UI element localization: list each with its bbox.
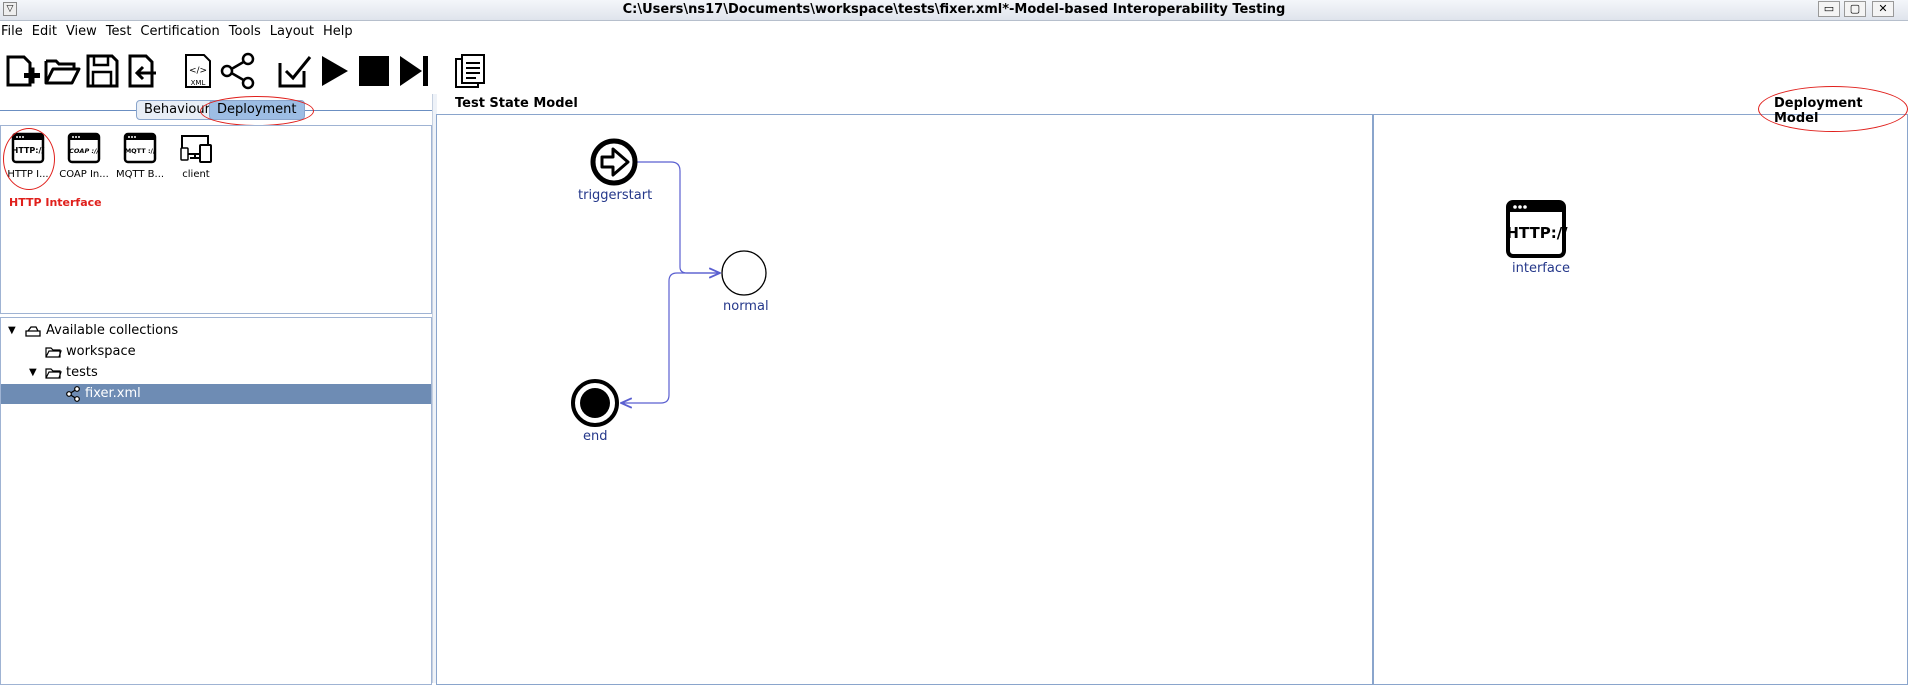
start-node-icon bbox=[590, 138, 638, 186]
left-tab-strip: Behaviour Deployment bbox=[0, 96, 432, 126]
title-bar: ▽ C:\Users\ns17\Documents\workspace\test… bbox=[0, 0, 1908, 21]
component-palette: HTTP:// HTTP I... COAP :// COAP In... MQ… bbox=[0, 125, 432, 314]
node-label-end[interactable]: end bbox=[583, 429, 608, 444]
menu-layout[interactable]: Layout bbox=[269, 22, 319, 39]
annotation-ellipse-http-palette bbox=[3, 128, 55, 190]
restore-button[interactable]: ▢ bbox=[1844, 1, 1866, 17]
share-graph-icon[interactable] bbox=[218, 51, 258, 91]
end-node-icon bbox=[571, 379, 619, 427]
client-devices-icon bbox=[180, 135, 212, 163]
palette-item-mqtt-broker[interactable]: MQTT :// MQTT B... bbox=[113, 132, 167, 180]
window-title: C:\Users\ns17\Documents\workspace\tests\… bbox=[622, 2, 1286, 17]
node-label-triggerstart[interactable]: triggerstart bbox=[578, 188, 652, 203]
report-icon[interactable] bbox=[450, 51, 490, 91]
play-icon[interactable] bbox=[314, 51, 354, 91]
menu-edit[interactable]: Edit bbox=[31, 22, 62, 39]
http-icon-text: HTTP:// bbox=[1506, 224, 1568, 242]
tree-label: tests bbox=[66, 365, 98, 380]
graph-file-icon bbox=[66, 386, 80, 402]
new-icon[interactable] bbox=[2, 51, 42, 91]
edge-normal-end bbox=[621, 272, 720, 403]
folder-icon bbox=[45, 347, 62, 358]
menu-tools[interactable]: Tools bbox=[228, 22, 266, 39]
minimize-button[interactable]: ▭ bbox=[1818, 1, 1840, 17]
deployment-model-canvas[interactable]: HTTP:// interface bbox=[1373, 114, 1908, 685]
mqtt-icon-text: MQTT :// bbox=[125, 147, 156, 155]
edge-triggerstart-normal bbox=[615, 161, 720, 273]
folder-icon bbox=[45, 368, 62, 379]
stop-icon[interactable] bbox=[354, 51, 394, 91]
tree-row-workspace[interactable]: workspace bbox=[1, 342, 431, 362]
mqtt-broker-icon: MQTT :// bbox=[123, 132, 157, 164]
coap-interface-icon: COAP :// bbox=[67, 132, 101, 164]
expand-toggle-icon[interactable]: ▼ bbox=[29, 363, 37, 383]
http-interface-icon[interactable]: HTTP:// bbox=[1505, 199, 1569, 259]
node-label-normal[interactable]: normal bbox=[723, 299, 769, 314]
deployment-model-title: Deployment Model bbox=[1774, 96, 1863, 126]
open-folder-icon[interactable] bbox=[42, 51, 82, 91]
menu-certification[interactable]: Certification bbox=[139, 22, 224, 39]
menu-bar: File Edit View Test Certification Tools Layout… bbox=[0, 22, 361, 42]
xml-icon[interactable]: </> XML bbox=[178, 51, 218, 91]
step-icon[interactable] bbox=[394, 51, 434, 91]
xml-icon-badge: XML bbox=[191, 79, 206, 87]
tree-row-fixer-xml[interactable]: fixer.xml bbox=[1, 384, 431, 404]
node-label-interface[interactable]: interface bbox=[1512, 261, 1570, 276]
palette-item-client[interactable]: client bbox=[169, 132, 223, 180]
svg-text:</>: </> bbox=[189, 66, 207, 76]
tree-row-tests[interactable]: ▼ tests bbox=[1, 363, 431, 383]
tree-row-available-collections[interactable]: ▼ Available collections bbox=[1, 321, 431, 341]
palette-label-mqtt-broker: MQTT B... bbox=[115, 169, 165, 180]
collections-tree: ▼ Available collections workspace ▼ test… bbox=[0, 317, 432, 685]
tree-label: Available collections bbox=[46, 323, 179, 338]
menu-help[interactable]: Help bbox=[322, 22, 358, 39]
palette-label-coap-interface: COAP In... bbox=[59, 169, 109, 180]
collections-icon bbox=[25, 326, 41, 337]
menu-test[interactable]: Test bbox=[105, 22, 137, 39]
normal-state-node bbox=[721, 250, 767, 296]
palette-label-client: client bbox=[182, 169, 210, 180]
palette-item-coap-interface[interactable]: COAP :// COAP In... bbox=[57, 132, 111, 180]
toolbar: </> XML bbox=[0, 46, 1908, 94]
test-state-model-title: Test State Model bbox=[455, 96, 578, 111]
test-state-model-canvas[interactable]: triggerstart normal end bbox=[436, 114, 1373, 685]
annotation-ellipse-deployment-tab bbox=[200, 96, 314, 126]
coap-icon-text: COAP :// bbox=[69, 147, 99, 155]
save-icon[interactable] bbox=[82, 51, 122, 91]
tree-label: fixer.xml bbox=[85, 386, 141, 401]
check-icon[interactable] bbox=[274, 51, 314, 91]
tree-label: workspace bbox=[66, 344, 136, 359]
close-button[interactable]: ✕ bbox=[1872, 1, 1894, 17]
expand-toggle-icon[interactable]: ▼ bbox=[8, 321, 16, 341]
palette-selected-description: HTTP Interface bbox=[9, 196, 102, 209]
menu-file[interactable]: File bbox=[0, 22, 28, 39]
import-icon[interactable] bbox=[122, 51, 162, 91]
menu-view[interactable]: View bbox=[65, 22, 102, 39]
